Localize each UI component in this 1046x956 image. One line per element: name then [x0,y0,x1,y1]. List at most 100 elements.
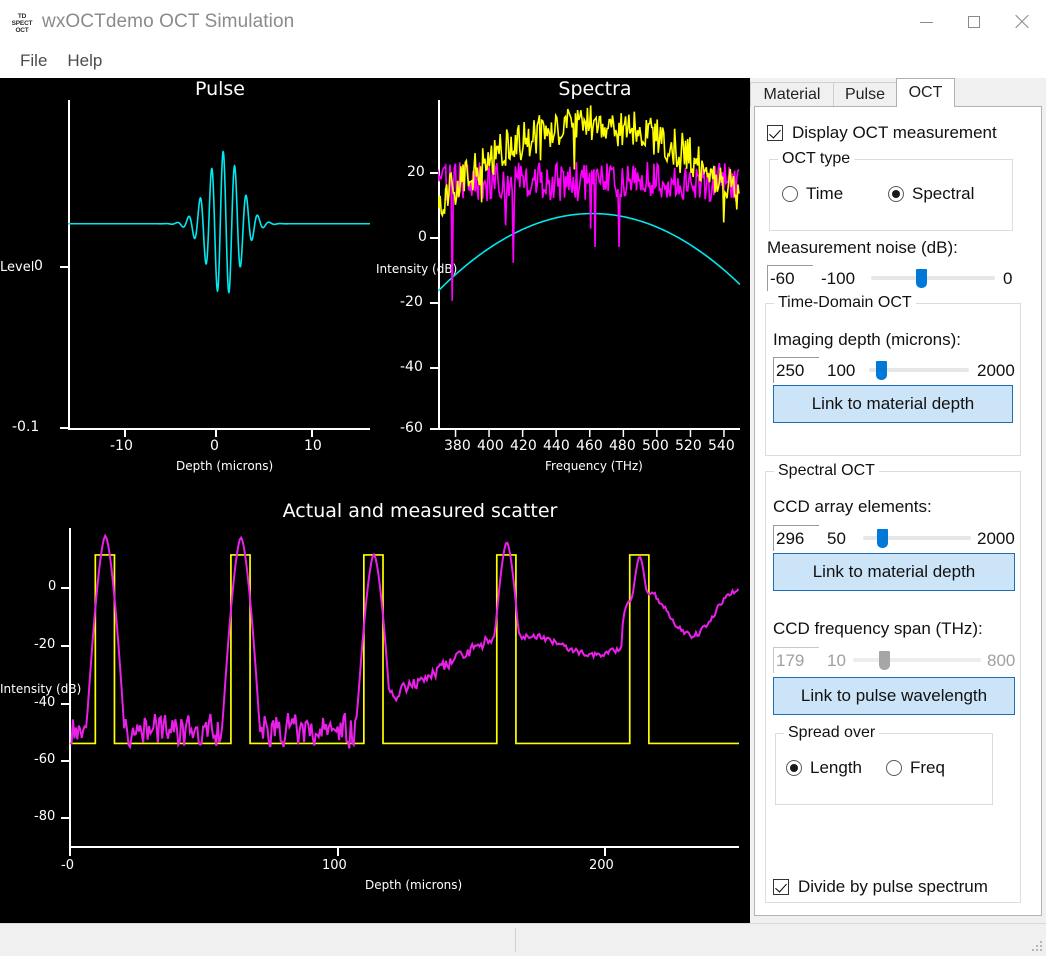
ccd-elements-min: 50 [827,529,846,548]
chart-scatter-title: Actual and measured scatter [282,500,558,522]
imaging-depth-max: 2000 [977,361,1015,380]
slider-thumb[interactable] [916,269,927,288]
window-controls [902,0,1046,44]
spectra-xtick-label-3: 440 [543,438,570,454]
scatter-ytick-label-4: -80 [34,809,56,824]
radio-icon [782,186,798,202]
menu-item-help[interactable]: Help [57,49,112,73]
slider-thumb[interactable] [879,651,890,670]
radio-oct-type-time[interactable]: Time [782,184,843,204]
title-bar: TD SPECT OCT wxOCTdemo OCT Simulation [0,0,1046,44]
spectra-xticks [454,429,725,437]
pulse-series-plot [68,150,370,294]
scatter-ytick-label-3: -60 [34,752,56,767]
radio-icon [786,760,802,776]
minimize-button[interactable] [902,0,950,44]
ccd-span-input[interactable]: 179 [773,647,819,673]
checkmark-icon [767,125,783,141]
measurement-noise-label: Measurement noise (dB): [767,238,958,257]
slider-track [871,276,995,280]
measurement-noise-max: 0 [1003,269,1013,288]
slider-thumb[interactable] [876,361,887,380]
tab-material-label: Material [763,86,821,103]
spectra-xtick-label-7: 520 [675,438,702,454]
radio-oct-type-spectral-label: Spectral [912,184,975,203]
display-oct-checkbox[interactable]: Display OCT measurement [767,123,997,143]
ccd-span-slider[interactable] [853,650,981,670]
pulse-xtick-label-2: 10 [304,438,322,454]
measurement-noise-slider[interactable] [871,268,995,288]
imaging-depth-input[interactable]: 250 [773,357,819,383]
ccd-span-label: CCD frequency span (THz): [773,619,983,638]
ccd-elements-input[interactable]: 296 [773,525,819,551]
measurement-noise-min: -100 [821,269,856,288]
slider-thumb[interactable] [877,529,888,548]
spread-over-group: Spread over Length Freq [775,724,993,805]
imaging-depth-label: Imaging depth (microns): [773,330,962,349]
ccd-span-max: 800 [987,651,1016,670]
ccd-elements-max: 2000 [977,529,1015,548]
radio-oct-type-spectral[interactable]: Spectral [888,184,974,204]
scatter-xtick-1 [337,847,339,856]
spectral-legend: Spectral OCT [774,462,879,480]
app-logo-icon: TD SPECT OCT [10,11,34,35]
maximize-icon [968,16,980,28]
scatter-xtick-0 [69,847,71,856]
scatter-ytick-label-2: -40 [34,695,56,710]
spectra-xtick-label-4: 460 [576,438,603,454]
tab-material[interactable]: Material [750,82,834,107]
logo-line-2: SPECT [11,19,33,27]
pulse-xtick-2 [311,429,313,437]
pulse-ytick-label-0: 0 [34,258,43,274]
radio-spread-length-label: Length [810,758,862,777]
status-bar [0,923,1046,956]
radio-icon [888,186,904,202]
application-window: TD SPECT OCT wxOCTdemo OCT Simulation Fi… [0,0,1046,956]
pulse-ytick-label-1: -0.1 [12,419,40,435]
menu-item-file[interactable]: File [10,49,57,73]
close-button[interactable] [998,0,1046,44]
pulse-xtick-label-1: 0 [210,438,219,454]
scatter-xtick-label-2: 200 [589,858,614,873]
time-domain-legend: Time-Domain OCT [774,294,916,312]
radio-spread-freq-label: Freq [910,758,945,777]
maximize-button[interactable] [950,0,998,44]
scatter-ytick-label-1: -20 [34,637,56,652]
imaging-depth-min: 100 [827,361,856,380]
ccd-elements-slider[interactable] [863,528,971,548]
spectra-series-plot [438,105,740,301]
spectra-ytick-label-3: -40 [400,359,423,375]
scatter-xtick-label-1: 100 [322,858,347,873]
radio-spread-freq[interactable]: Freq [886,758,945,778]
status-bar-separator [515,928,516,952]
minimize-icon [919,21,933,23]
radio-spread-length[interactable]: Length [786,758,862,778]
scatter-series-plot [69,533,739,750]
spectra-xtick-label-1: 400 [477,438,504,454]
chart-pulse-title: Pulse [194,78,246,100]
pulse-xtick-0 [124,429,126,437]
spectra-x-axis-label: Frequency (THz) [545,459,643,473]
scatter-x-axis-label: Depth (microns) [365,878,463,892]
link-material-depth-button-time[interactable]: Link to material depth [773,385,1013,423]
spectra-ytick-label-0: 20 [407,164,425,180]
ccd-span-min: 10 [827,651,846,670]
plot-canvas[interactable]: Pulse 0 -0.1 Level -10 0 10 Depth (micro… [0,78,750,923]
tab-pulse[interactable]: Pulse [833,82,897,107]
right-panel: Material Pulse OCT Display OCT measureme… [750,78,1046,923]
imaging-depth-slider[interactable] [869,360,969,380]
pulse-x-axis-label: Depth (microns) [176,459,274,473]
spectra-ytick-label-2: -20 [400,294,423,310]
divide-by-pulse-spectrum-checkbox[interactable]: Divide by pulse spectrum [773,877,988,897]
slider-track [853,658,981,662]
menu-bar: File Help [0,44,1046,78]
spectra-xtick-label-0: 380 [444,438,471,454]
scatter-ytick-label-0: 0 [48,579,57,594]
measurement-noise-input[interactable]: -60 [767,265,813,291]
link-pulse-wavelength-button[interactable]: Link to pulse wavelength [773,677,1015,715]
link-material-depth-button-spectral[interactable]: Link to material depth [773,553,1015,591]
pulse-y-axis-label: Level [0,260,35,275]
resize-grip[interactable] [1030,941,1043,954]
tab-oct[interactable]: OCT [896,78,955,107]
close-icon [1014,14,1030,30]
